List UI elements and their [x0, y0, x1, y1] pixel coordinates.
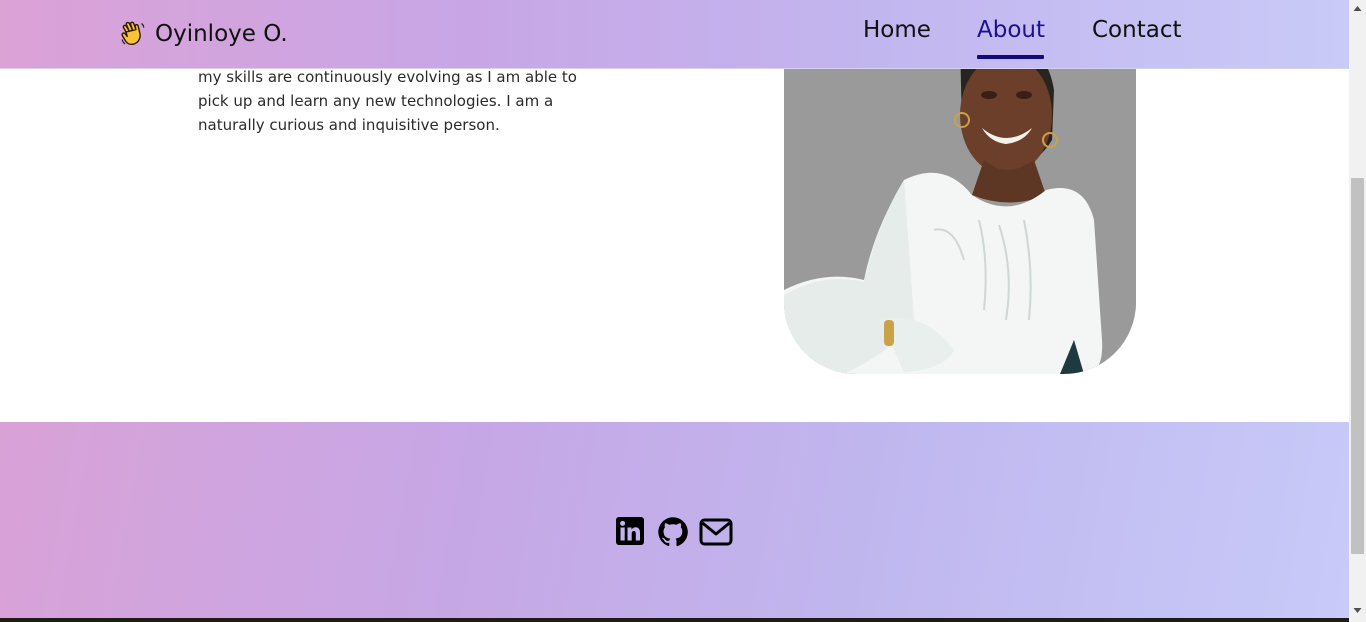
nav-contact[interactable]: Contact — [1092, 17, 1181, 43]
linkedin-icon[interactable] — [615, 516, 647, 548]
brand-name: Oyinloye O. — [155, 21, 288, 47]
nav-about[interactable]: About — [977, 17, 1045, 43]
github-icon[interactable] — [657, 516, 689, 548]
next-section-edge — [0, 618, 1349, 622]
page: Oyinloye O. Home About Contact my skills… — [0, 0, 1349, 622]
navbar: Oyinloye O. Home About Contact — [0, 0, 1349, 69]
brand-link[interactable]: Oyinloye O. — [119, 18, 288, 50]
about-paragraph: my skills are continuously evolving as I… — [198, 68, 577, 134]
profile-photo — [784, 20, 1136, 374]
mail-icon[interactable] — [699, 516, 733, 548]
scroll-down-arrow-icon[interactable] — [1353, 606, 1362, 615]
nav-active-underline — [977, 55, 1044, 59]
scrollbar-thumb[interactable] — [1351, 178, 1364, 554]
vertical-scrollbar[interactable] — [1349, 0, 1366, 622]
nav-home[interactable]: Home — [863, 17, 931, 43]
social-links — [615, 516, 733, 548]
waving-hand-icon — [119, 20, 147, 48]
scroll-up-arrow-icon[interactable] — [1353, 4, 1362, 13]
footer — [0, 422, 1349, 622]
